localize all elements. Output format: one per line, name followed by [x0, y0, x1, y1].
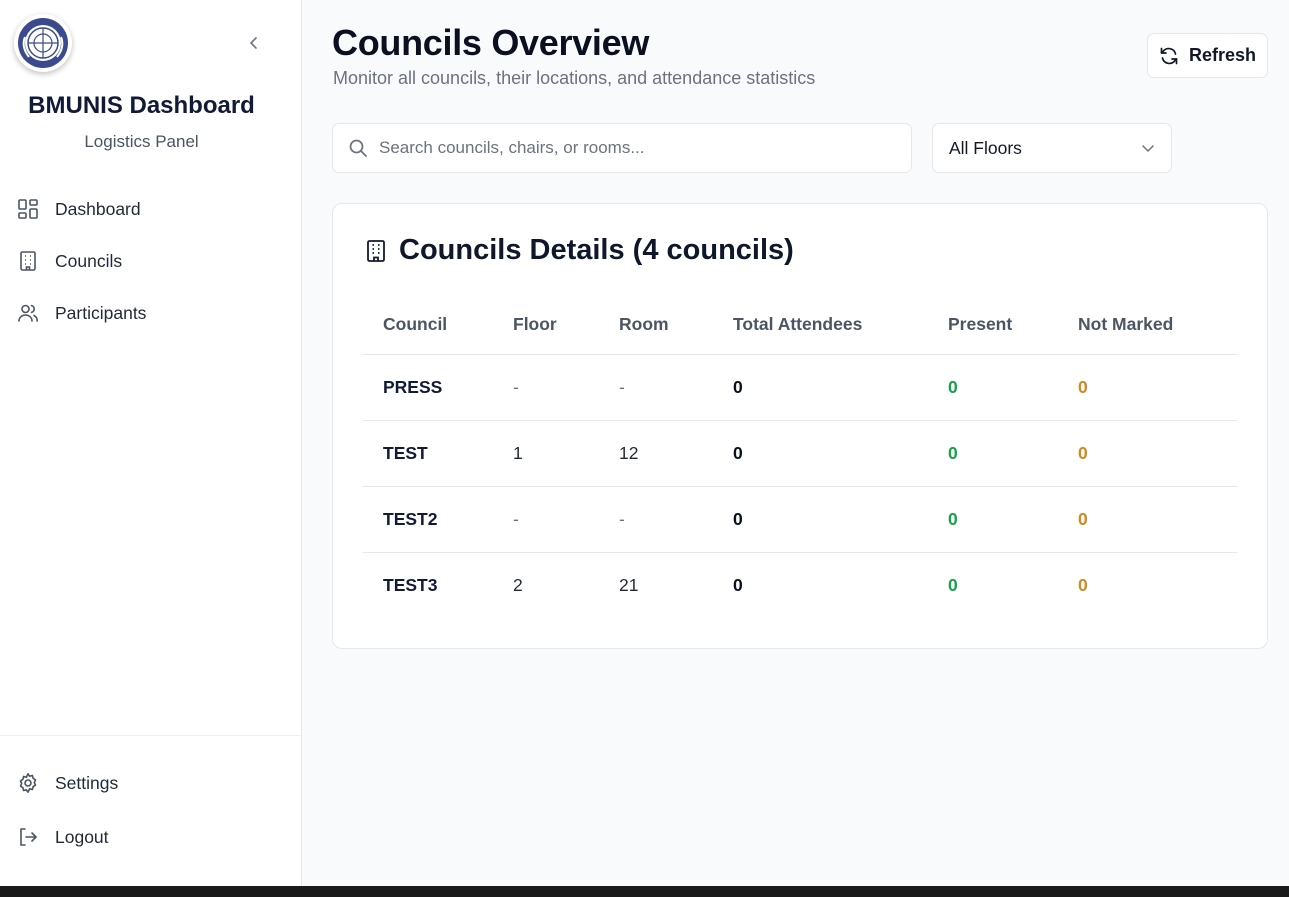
users-icon [17, 302, 39, 324]
total-attendees-cell: 0 [713, 486, 928, 553]
card-title: Councils Details (4 councils) [399, 234, 794, 266]
logout-icon [17, 826, 39, 848]
sidebar-item-label: Participants [55, 302, 147, 323]
collapse-sidebar-button[interactable] [242, 31, 266, 55]
page-title: Councils Overview [332, 22, 650, 63]
sidebar-divider [0, 735, 301, 736]
column-header[interactable]: Present [928, 296, 1058, 355]
brand-title: BMUNIS Dashboard [28, 92, 255, 119]
search-icon [349, 139, 367, 157]
sidebar: BMUNIS Dashboard Logistics Panel Dashboa… [0, 0, 302, 886]
floor-cell: - [493, 486, 599, 553]
main-content: Councils Overview Monitor all councils, … [302, 0, 1289, 886]
dashboard-icon [17, 198, 39, 220]
refresh-label: Refresh [1188, 45, 1257, 65]
page-subtitle: Monitor all councils, their locations, a… [333, 68, 816, 88]
floor-select-value: All Floors [949, 137, 1022, 158]
search-input[interactable] [379, 138, 879, 158]
not-marked-cell: 0 [1078, 574, 1088, 595]
building-icon [17, 250, 39, 272]
council-name: PRESS [363, 354, 493, 421]
column-header[interactable]: Floor [493, 296, 599, 355]
sidebar-bottom-nav: Settings Logout [0, 756, 301, 864]
councils-table: Council Floor Room Total Attendees Prese… [363, 296, 1237, 618]
council-name: TEST3 [383, 574, 438, 595]
present-cell: 0 [928, 354, 1058, 421]
councils-card: Councils Details (4 councils) Council Fl… [332, 203, 1268, 649]
chevron-left-icon [250, 37, 257, 49]
table-row[interactable]: TEST3 2 21 0 0 0 [363, 552, 1237, 618]
un-emblem-icon [14, 14, 72, 72]
sidebar-item-settings[interactable]: Settings [0, 756, 301, 810]
sidebar-item-label: Logout [55, 826, 109, 847]
not-marked-cell: 0 [1058, 354, 1237, 421]
table-header-row: Council Floor Room Total Attendees Prese… [363, 296, 1237, 355]
sidebar-item-logout[interactable]: Logout [0, 810, 301, 864]
column-header[interactable]: Council [363, 296, 493, 355]
not-marked-cell: 0 [1058, 486, 1237, 553]
present-cell: 0 [948, 574, 958, 595]
room-cell: 21 [619, 574, 639, 595]
floor-cell: 1 [493, 420, 599, 487]
council-name: TEST2 [363, 486, 493, 553]
council-name: TEST [363, 420, 493, 487]
total-attendees-cell: 0 [733, 574, 743, 595]
not-marked-cell: 0 [1058, 420, 1237, 487]
sidebar-nav: Dashboard Councils Participants [0, 183, 301, 339]
sidebar-item-participants[interactable]: Participants [0, 287, 301, 339]
table-row[interactable]: TEST2 - - 0 0 0 [363, 486, 1237, 553]
sidebar-item-dashboard[interactable]: Dashboard [0, 183, 301, 235]
sidebar-item-label: Dashboard [55, 198, 141, 219]
chevron-down-icon [1142, 145, 1154, 152]
taskbar-strip [0, 886, 1289, 897]
room-cell: - [599, 486, 713, 553]
column-header[interactable]: Total Attendees [713, 296, 928, 355]
card-header: Councils Details (4 councils) [365, 234, 794, 267]
search-box[interactable] [332, 123, 912, 173]
gear-icon [17, 772, 39, 794]
room-cell: 12 [599, 420, 713, 487]
column-header[interactable]: Not Marked [1058, 296, 1237, 355]
total-attendees-cell: 0 [713, 354, 928, 421]
present-cell: 0 [928, 420, 1058, 487]
table-row[interactable]: TEST 1 12 0 0 0 [363, 420, 1237, 487]
refresh-button[interactable]: Refresh [1147, 33, 1268, 78]
present-cell: 0 [928, 486, 1058, 553]
refresh-icon [1160, 47, 1178, 64]
floor-cell: - [493, 354, 599, 421]
brand-subtitle: Logistics Panel [84, 132, 199, 151]
column-header[interactable]: Room [599, 296, 713, 355]
room-cell: - [599, 354, 713, 421]
sidebar-item-label: Councils [55, 250, 123, 271]
floor-filter-select[interactable]: All Floors [932, 123, 1172, 173]
sidebar-item-label: Settings [55, 772, 119, 793]
table-row[interactable]: PRESS - - 0 0 0 [363, 354, 1237, 421]
total-attendees-cell: 0 [713, 420, 928, 487]
building-icon [367, 239, 385, 262]
floor-cell: 2 [513, 574, 523, 595]
sidebar-item-councils[interactable]: Councils [0, 235, 301, 287]
